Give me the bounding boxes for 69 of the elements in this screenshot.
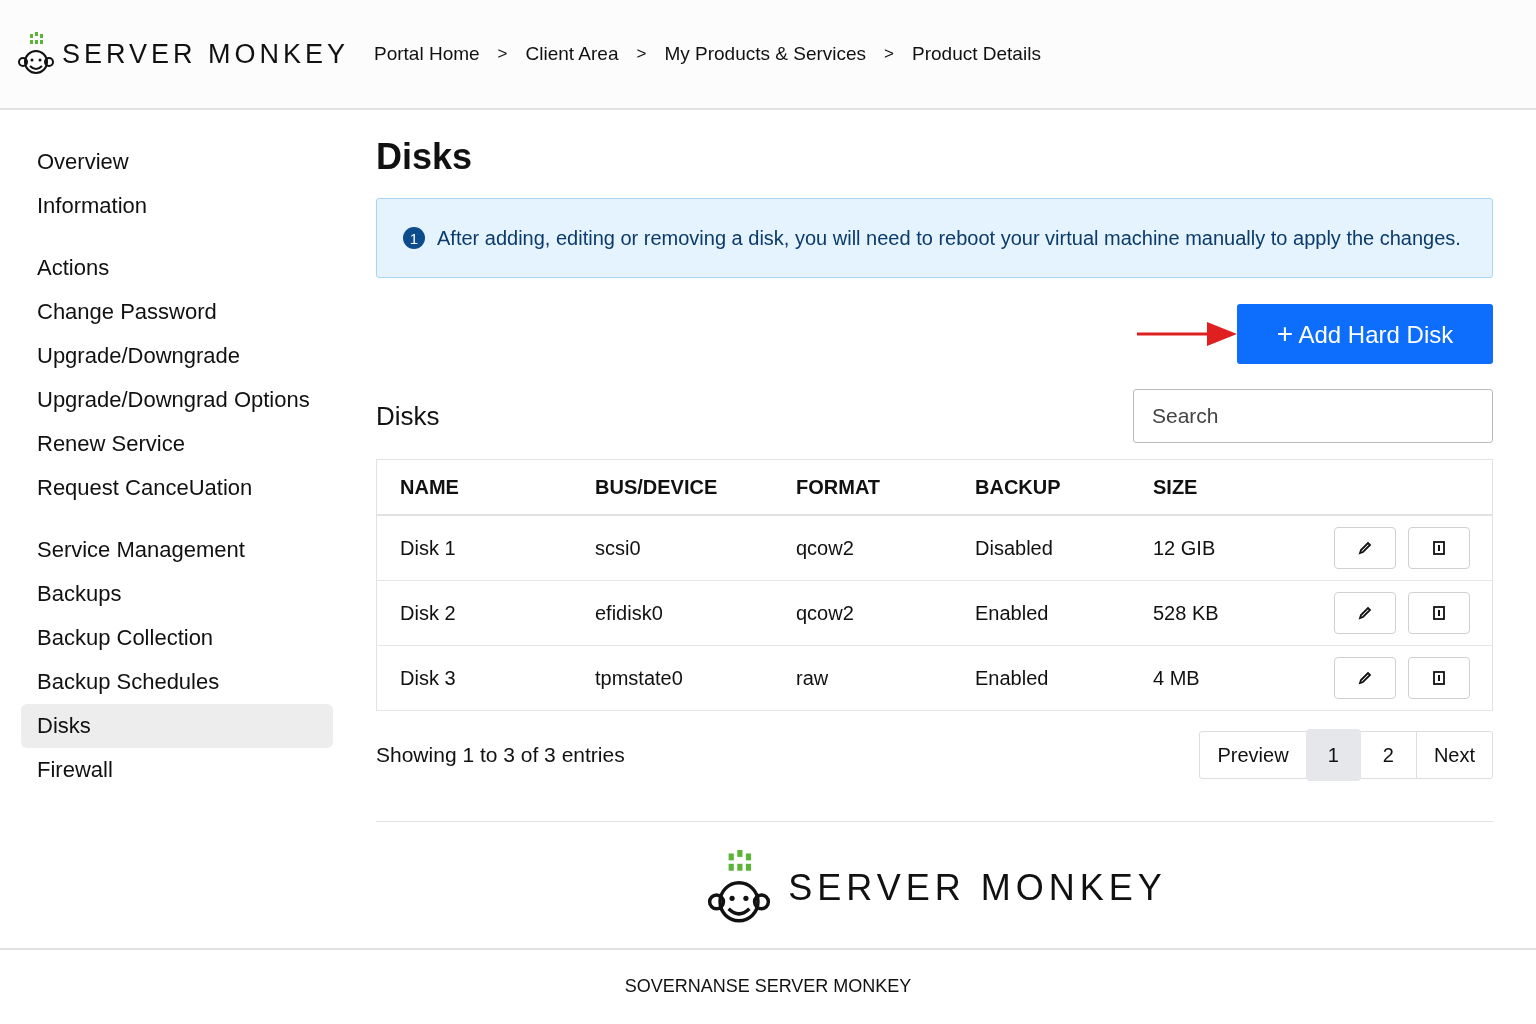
column-header: FORMAT xyxy=(773,459,952,515)
page-title: Disks xyxy=(376,136,474,178)
table-cell: 528 KB xyxy=(1130,580,1244,646)
edit-button[interactable] xyxy=(1334,527,1396,569)
edit-button[interactable] xyxy=(1334,657,1396,699)
table-cell: qcow2 xyxy=(773,515,952,581)
breadcrumb-link[interactable]: Product Details xyxy=(912,43,1041,65)
breadcrumb-separator: > xyxy=(497,44,508,64)
table-cell: Enabled xyxy=(952,580,1130,646)
table-cell: scsi0 xyxy=(572,515,773,581)
entries-info: Showing 1 to 3 of 3 entries xyxy=(376,743,625,767)
table-cell: Disk 2 xyxy=(376,580,572,646)
delete-button[interactable] xyxy=(1408,592,1470,634)
table-cell: Disk 3 xyxy=(376,645,572,711)
column-header: BUS/DEVICE xyxy=(572,459,773,515)
add-hard-disk-button[interactable]: + Add Hard Disk xyxy=(1237,304,1493,364)
sidebar-item[interactable]: Backup Collection xyxy=(21,616,333,660)
footer-text: SOVERNANSE SERVER MONKEY xyxy=(624,976,912,997)
breadcrumb-link[interactable]: Portal Home xyxy=(374,43,480,65)
sidebar-heading: Service Management xyxy=(36,536,246,564)
logo-text: SERVER MONKEY xyxy=(62,38,350,70)
sidebar-item[interactable]: Firewall xyxy=(21,748,333,792)
sidebar-item[interactable]: Disks xyxy=(21,704,333,748)
table-cell: Enabled xyxy=(952,645,1130,711)
column-header: NAME xyxy=(376,459,572,515)
table-cell: Disabled xyxy=(952,515,1130,581)
sidebar-item[interactable]: Upgrade/Downgrad Options xyxy=(21,378,333,422)
table-cell: raw xyxy=(773,645,952,711)
logo-text: SERVER MONKEY xyxy=(788,867,1167,909)
table-cell: 12 GIB xyxy=(1130,515,1244,581)
table-cell: efidisk0 xyxy=(572,580,773,646)
trash-icon xyxy=(1432,670,1446,686)
table-cell: 4 MB xyxy=(1130,645,1244,711)
section-title: Disks xyxy=(376,400,440,432)
delete-button[interactable] xyxy=(1408,657,1470,699)
sidebar-item[interactable]: Change Password xyxy=(21,290,333,334)
search-field[interactable]: Search xyxy=(1133,389,1493,443)
breadcrumb-link[interactable]: Client Area xyxy=(525,43,619,65)
pencil-icon xyxy=(1357,540,1373,556)
sidebar-item[interactable]: Backups xyxy=(21,572,333,616)
pencil-icon xyxy=(1357,605,1373,621)
trash-icon xyxy=(1432,605,1446,621)
pagination-link[interactable]: 1 xyxy=(1305,729,1361,781)
sidebar-item[interactable]: Renew Service xyxy=(21,422,333,466)
pencil-icon xyxy=(1357,670,1373,686)
table-cell: tpmstate0 xyxy=(572,645,773,711)
breadcrumb-separator: > xyxy=(884,44,895,64)
pagination-link[interactable]: Preview xyxy=(1200,732,1306,778)
sidebar-item[interactable]: Upgrade/Downgrade xyxy=(21,334,333,378)
column-header: BACKUP xyxy=(952,459,1130,515)
trash-icon xyxy=(1432,540,1446,556)
delete-button[interactable] xyxy=(1408,527,1470,569)
arrow-icon xyxy=(1137,319,1237,349)
alert-message: After adding, editing or removing a disk, you will need to reboot your virtual machine manually to apply the changes. xyxy=(437,226,1461,250)
breadcrumb-separator: > xyxy=(636,44,647,64)
sidebar-item[interactable]: Request CanceUation xyxy=(21,466,333,510)
column-header: SIZE xyxy=(1130,459,1244,515)
sidebar-heading: Overview xyxy=(36,148,130,176)
table-cell: qcow2 xyxy=(773,580,952,646)
table-cell: Disk 1 xyxy=(376,515,572,581)
edit-button[interactable] xyxy=(1334,592,1396,634)
breadcrumb-link[interactable]: My Products & Services xyxy=(664,43,867,65)
pagination-link[interactable]: Next xyxy=(1415,732,1492,778)
pagination-link[interactable]: 2 xyxy=(1360,732,1416,778)
monkey-logo-icon xyxy=(18,32,54,76)
sidebar-item[interactable]: Information xyxy=(21,184,333,228)
sidebar-heading: Actions xyxy=(36,254,111,282)
sidebar-item[interactable]: Backup Schedules xyxy=(21,660,333,704)
info-icon: 1 xyxy=(403,227,425,249)
